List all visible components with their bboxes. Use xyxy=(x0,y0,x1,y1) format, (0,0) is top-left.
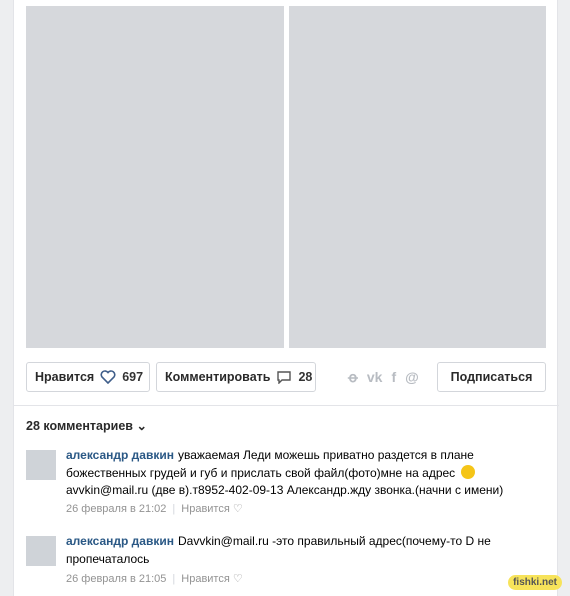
comment-like-label: Нравится xyxy=(181,503,230,515)
divider xyxy=(14,405,559,406)
comment-text-2: avvkin@mail.ru (две в).т8952-402-09-13 А… xyxy=(66,483,504,497)
speech-bubble-icon xyxy=(276,370,292,384)
comment-meta: 26 февраля в 21:05 | Нравится ♡ xyxy=(66,573,243,585)
comment-body: александр давкин Davvkin@mail.ru -это пра… xyxy=(66,533,506,568)
photo-left[interactable] xyxy=(26,6,284,348)
comment-date[interactable]: 26 февраля в 21:02 xyxy=(66,503,166,515)
avatar[interactable] xyxy=(26,536,56,566)
action-bar: Нравится 697 Комментировать 28 ꝋ vk f @ … xyxy=(26,362,546,392)
comment-label: Комментировать xyxy=(165,370,271,384)
vk-icon[interactable]: vk xyxy=(367,369,383,386)
like-count: 697 xyxy=(122,370,144,384)
photo-gallery xyxy=(26,6,546,348)
comment-button[interactable]: Комментировать 28 xyxy=(156,362,316,392)
photo-right[interactable] xyxy=(289,6,546,348)
like-label: Нравится xyxy=(35,370,95,384)
comment-body: александр давкин уважаемая Леди можешь пр… xyxy=(66,447,506,500)
comment-meta: 26 февраля в 21:02 | Нравится ♡ xyxy=(66,503,243,515)
subscribe-label: Подписаться xyxy=(450,370,533,384)
watermark: fishki.net xyxy=(508,575,562,590)
comments-count-label: 28 комментариев xyxy=(26,419,133,433)
chevron-down-icon: ⌄ xyxy=(136,419,147,433)
odnoklassniki-icon[interactable]: ꝋ xyxy=(348,369,358,386)
comment-like-button[interactable]: Нравится ♡ xyxy=(181,573,242,585)
avatar[interactable] xyxy=(26,450,56,480)
comment-count: 28 xyxy=(298,370,313,384)
post-card: Нравится 697 Комментировать 28 ꝋ vk f @ … xyxy=(13,0,559,596)
mail-icon[interactable]: @ xyxy=(405,369,419,386)
share-icons: ꝋ vk f @ xyxy=(348,369,419,386)
comment-date[interactable]: 26 февраля в 21:05 xyxy=(66,573,166,585)
facebook-icon[interactable]: f xyxy=(391,369,396,386)
heart-icon xyxy=(100,370,116,384)
subscribe-button[interactable]: Подписаться xyxy=(437,362,546,392)
comment-like-button[interactable]: Нравится ♡ xyxy=(181,503,242,515)
comment-author[interactable]: александр давкин xyxy=(66,534,174,548)
comment-like-label: Нравится xyxy=(181,573,230,585)
like-button[interactable]: Нравится 697 xyxy=(26,362,150,392)
smiley-icon xyxy=(460,464,475,479)
comment-author[interactable]: александр давкин xyxy=(66,448,174,462)
comments-count-toggle[interactable]: 28 комментариев ⌄ xyxy=(26,418,147,433)
